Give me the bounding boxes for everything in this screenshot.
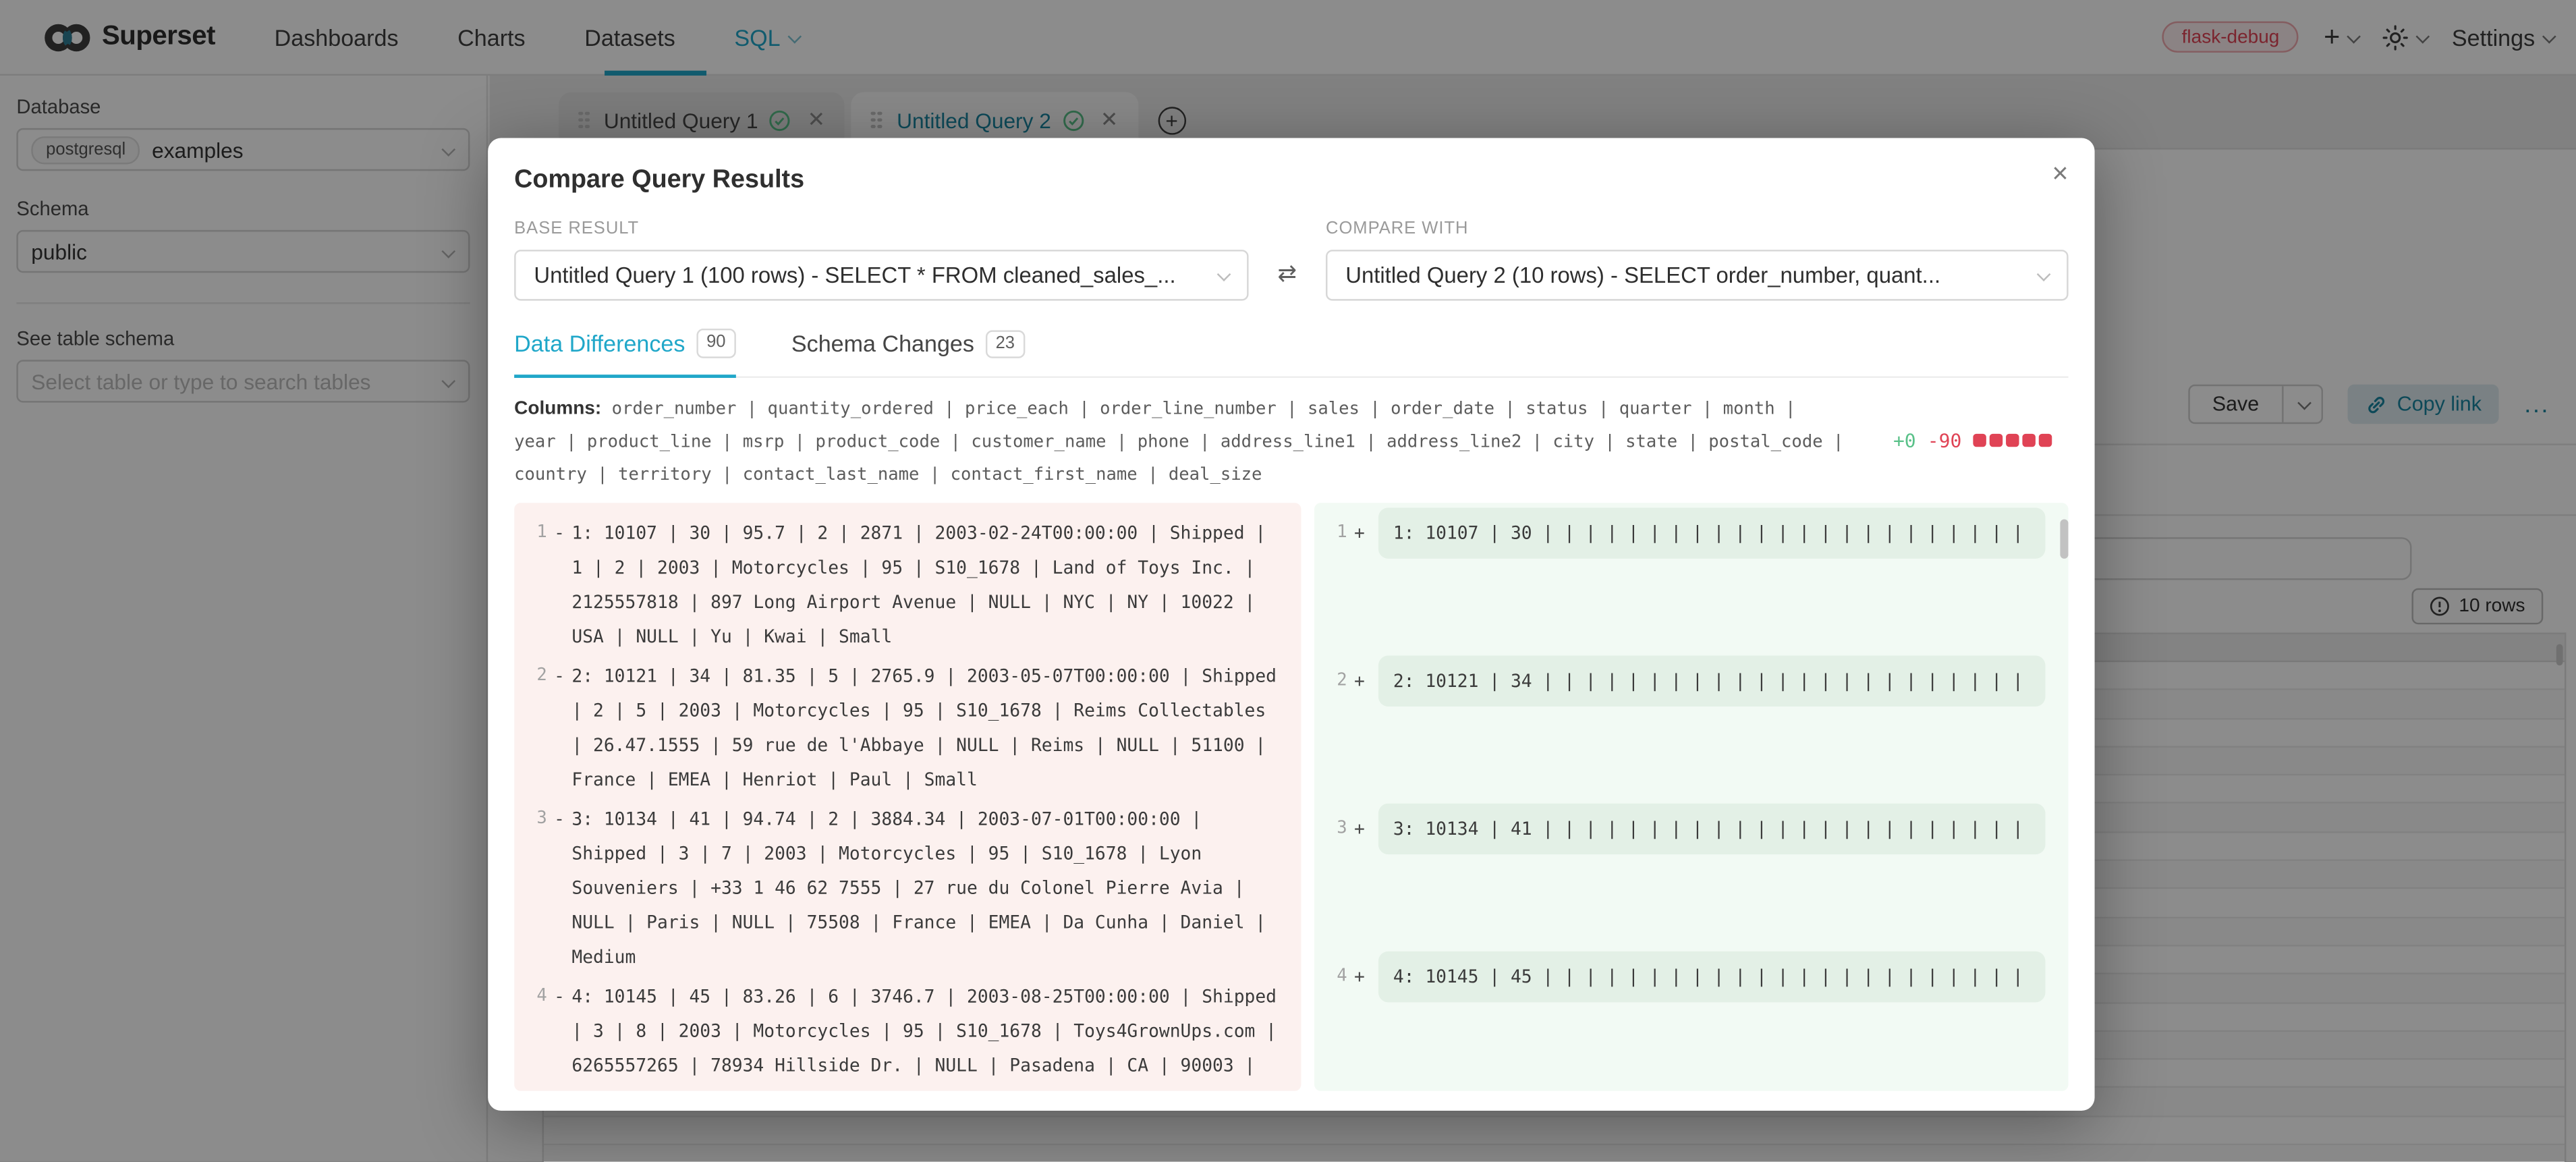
diff-text: 1: 10107 | 30 | | | | | | | | | | | | | … [1393,522,2023,543]
modal-tabs: Data Differences 90 Schema Changes 23 [514,329,2068,377]
diff-density-squares [1973,433,2052,446]
compare-with-value: Untitled Query 2 (10 rows) - SELECT orde… [1345,263,1940,288]
tab-data-differences[interactable]: Data Differences 90 [514,329,735,377]
diff-text: 4: 10145 | 45 | 83.26 | 6 | 3746.7 | 200… [571,978,1301,1090]
diff-sign: + [1347,811,1372,846]
base-result-label: BASE RESULT [514,219,1248,238]
diff-pane-added: 1 + 1: 10107 | 30 | | | | | | | | | | | … [1314,502,2069,1090]
chevron-down-icon [1217,267,1231,281]
diff-text: 4: 10145 | 45 | | | | | | | | | | | | | … [1393,966,2023,987]
diff-text: 2: 10121 | 34 | 81.35 | 5 | 2765.9 | 200… [571,659,1301,797]
columns-list: order_number | quantity_ordered | price_… [514,399,1843,485]
diff-row: 2 + 2: 10121 | 34 | | | | | | | | | | | … [1318,663,2046,806]
diff-text: 2: 10121 | 34 | | | | | | | | | | | | | … [1393,670,2023,692]
compare-with-label: COMPARE WITH [1326,219,2069,238]
columns-header: Columns: order_number | quantity_ordered… [514,392,2068,491]
line-number: 4 [517,978,547,1013]
tab-schema-changes[interactable]: Schema Changes 23 [791,329,1025,376]
compare-with-select[interactable]: Untitled Query 2 (10 rows) - SELECT orde… [1326,250,2069,300]
diff-row: 1 + 1: 10107 | 30 | | | | | | | | | | | … [1318,516,2046,659]
chevron-down-icon [2037,267,2051,281]
diff-view: 1 - 1: 10107 | 30 | 95.7 | 2 | 2871 | 20… [514,502,2068,1090]
diff-sign: - [547,516,572,550]
diff-sign: - [547,801,572,835]
diff-sign: + [1347,516,1372,550]
tab-schema-changes-label: Schema Changes [791,331,974,357]
query-pickers-row: BASE RESULT Untitled Query 1 (100 rows) … [514,219,2068,301]
base-result-value: Untitled Query 1 (100 rows) - SELECT * F… [534,263,1175,288]
line-number: 2 [517,659,547,693]
diff-sign: + [1347,663,1372,698]
added-count: +0 [1893,428,1916,451]
diff-sign: + [1347,959,1372,993]
line-number: 1 [517,516,547,550]
diff-text: 1: 10107 | 30 | 95.7 | 2 | 2871 | 2003-0… [571,516,1301,654]
line-number: 1 [1318,516,1347,550]
swap-queries-button[interactable]: ⇄ [1249,260,1326,301]
diff-row: 1 - 1: 10107 | 30 | 95.7 | 2 | 2871 | 20… [517,516,1301,654]
diff-sign: - [547,978,572,1013]
diff-row: 2 - 2: 10121 | 34 | 81.35 | 5 | 2765.9 |… [517,659,1301,797]
data-differences-count: 90 [696,329,735,358]
diff-row: 4 - 4: 10145 | 45 | 83.26 | 6 | 3746.7 |… [517,978,1301,1090]
diff-row: 3 + 3: 10134 | 41 | | | | | | | | | | | … [1318,811,2046,954]
diff-row: 4 + 4: 10145 | 45 | | | | | | | | | | | … [1318,959,2046,1090]
line-number: 2 [1318,663,1347,698]
diff-pane-removed: 1 - 1: 10107 | 30 | 95.7 | 2 | 2871 | 20… [514,502,1301,1090]
superset-sql-lab: Superset Dashboards Charts Datasets SQL … [0,0,2576,1162]
close-modal-icon[interactable]: × [2052,159,2068,187]
diff-row: 3 - 3: 10134 | 41 | 94.74 | 2 | 3884.34 … [517,801,1301,974]
compare-query-results-modal: Compare Query Results × BASE RESULT Unti… [488,138,2094,1111]
tab-data-differences-label: Data Differences [514,330,685,356]
base-result-select[interactable]: Untitled Query 1 (100 rows) - SELECT * F… [514,250,1248,300]
line-number: 3 [1318,811,1347,846]
diff-summary: +0 -90 [1893,428,2052,451]
line-number: 4 [1318,959,1347,993]
diff-scrollbar[interactable] [2060,519,2068,558]
modal-title: Compare Query Results [514,166,2068,196]
diff-text: 3: 10134 | 41 | 94.74 | 2 | 3884.34 | 20… [571,801,1301,974]
removed-count: -90 [1928,428,1962,451]
line-number: 3 [517,801,547,835]
diff-sign: - [547,659,572,693]
columns-prefix: Columns: [514,399,601,418]
schema-changes-count: 23 [986,329,1025,358]
diff-text: 3: 10134 | 41 | | | | | | | | | | | | | … [1393,818,2023,839]
